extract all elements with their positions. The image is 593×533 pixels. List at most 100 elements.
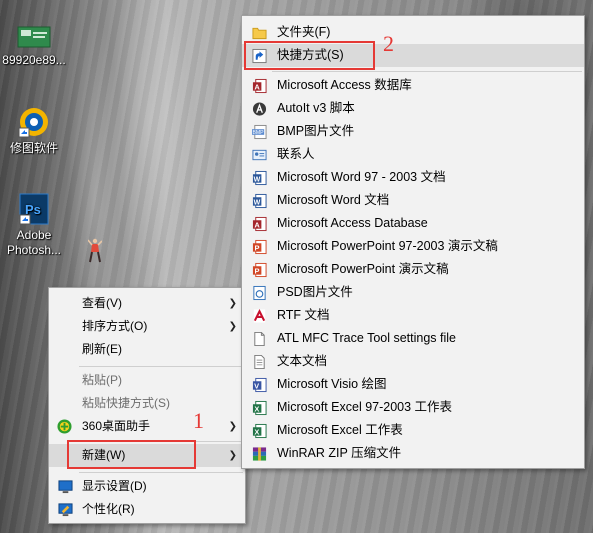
svg-text:W: W [254,199,261,206]
svg-text:P: P [254,266,259,275]
excel-icon: X [252,400,267,416]
submenu-item-rtf[interactable]: RTF 文档 [242,304,584,327]
access-icon: A [252,78,267,94]
word-icon: W [252,170,267,186]
chevron-right-icon: ❯ [228,450,237,461]
menu-item-label: 排序方式(O) [82,319,148,333]
autoit-icon [252,102,267,116]
menu-item-paste[interactable]: 粘贴(P) [49,369,245,392]
submenu-item-label: PSD图片文件 [277,285,353,299]
photoshop-icon: Ps [19,193,49,225]
svg-text:A: A [254,82,260,91]
annotation-number-1: 1 [193,408,204,433]
desktop-icon-image-file[interactable]: 89920e89... [0,24,68,68]
menu-item-label: 显示设置(D) [82,479,147,493]
submenu-item-label: BMP图片文件 [277,124,355,138]
annotation-box-new [67,440,196,469]
menu-item-sort[interactable]: 排序方式(O) ❯ [49,315,245,338]
menu-item-view[interactable]: 查看(V) ❯ [49,292,245,315]
desktop-icon-label: 89920e89... [2,53,66,67]
submenu-item-winrar-zip[interactable]: WinRAR ZIP 压缩文件 [242,442,584,465]
submenu-item-label: Microsoft Word 97 - 2003 文档 [277,170,446,184]
submenu-item-label: WinRAR ZIP 压缩文件 [277,446,402,460]
submenu-item-access-db[interactable]: A Microsoft Access 数据库 [242,74,584,97]
svg-text:P: P [254,243,259,252]
submenu-item-powerpoint[interactable]: P Microsoft PowerPoint 演示文稿 [242,258,584,281]
submenu-item-label: ATL MFC Trace Tool settings file [277,331,456,345]
svg-text:A: A [254,220,260,229]
desktop-icon-photoshop[interactable]: Ps Adobe Photosh... [0,193,68,258]
winrar-icon [252,447,267,461]
submenu-item-autoit[interactable]: AutoIt v3 脚本 [242,97,584,120]
submenu-item-psd[interactable]: PSD图片文件 [242,281,584,304]
settings-file-icon [254,331,265,347]
submenu-item-word-97[interactable]: W Microsoft Word 97 - 2003 文档 [242,166,584,189]
submenu-item-powerpoint-97[interactable]: P Microsoft PowerPoint 97-2003 演示文稿 [242,235,584,258]
submenu-item-visio[interactable]: V Microsoft Visio 绘图 [242,373,584,396]
submenu-item-label: Microsoft PowerPoint 97-2003 演示文稿 [277,239,498,253]
submenu-item-label: 联系人 [277,147,315,161]
submenu-item-access-database[interactable]: A Microsoft Access Database [242,212,584,235]
submenu-item-label: Microsoft Excel 工作表 [277,423,403,437]
menu-separator [79,366,243,367]
visio-icon: V [252,377,267,393]
menu-item-paste-shortcut[interactable]: 粘贴快捷方式(S) [49,392,245,415]
submenu-item-text[interactable]: 文本文档 [242,350,584,373]
svg-text:BMP: BMP [252,130,264,136]
text-file-icon [254,354,265,370]
menu-item-display-settings[interactable]: 显示设置(D) [49,475,245,498]
menu-item-label: 刷新(E) [82,342,122,356]
word-icon: W [252,193,267,209]
menu-item-label: 粘贴快捷方式(S) [82,396,170,410]
display-icon [58,480,73,494]
menu-separator [272,71,582,72]
desktop-icon-label-line2: Photosh... [6,243,62,257]
submenu-item-label: 文本文档 [277,354,328,368]
menu-item-label: 粘贴(P) [82,373,122,387]
powerpoint-icon: P [252,262,267,278]
personalize-icon [58,503,73,517]
360-icon [57,419,72,434]
submenu-item-bmp[interactable]: BMP BMP图片文件 [242,120,584,143]
menu-separator [79,472,243,473]
submenu-item-label: Microsoft Word 文档 [277,193,390,207]
submenu-item-excel[interactable]: X Microsoft Excel 工作表 [242,419,584,442]
climber-figure [88,238,102,263]
submenu-item-excel-97[interactable]: X Microsoft Excel 97-2003 工作表 [242,396,584,419]
menu-item-label: 查看(V) [82,296,122,310]
menu-item-label: 360桌面助手 [82,419,151,433]
folder-icon [252,27,267,40]
desktop-context-menu: 查看(V) ❯ 排序方式(O) ❯ 刷新(E) 粘贴(P) 粘贴快捷方式(S) … [48,287,246,524]
svg-text:X: X [254,427,259,436]
excel-icon: X [252,423,267,439]
menu-item-personalize[interactable]: 个性化(R) [49,498,245,521]
image-file-icon [17,26,51,48]
menu-item-refresh[interactable]: 刷新(E) [49,338,245,361]
submenu-item-atl-mfc[interactable]: ATL MFC Trace Tool settings file [242,327,584,350]
submenu-item-label: Microsoft Access 数据库 [277,78,412,92]
svg-text:W: W [254,176,261,183]
submenu-item-label: Microsoft PowerPoint 演示文稿 [277,262,449,276]
annotation-box-shortcut [244,41,375,70]
bmp-icon: BMP [252,124,267,140]
rtf-icon [253,309,266,323]
submenu-item-contact[interactable]: 联系人 [242,143,584,166]
photo-app-icon [18,108,48,138]
svg-text:X: X [254,404,259,413]
menu-item-360-assistant[interactable]: 360桌面助手 ❯ [49,415,245,438]
desktop-icon-photo-app[interactable]: 修图软件 [0,106,68,156]
access-icon: A [252,216,267,232]
chevron-right-icon: ❯ [228,421,237,432]
contact-icon [252,149,267,161]
chevron-right-icon: ❯ [228,298,237,309]
submenu-item-word[interactable]: W Microsoft Word 文档 [242,189,584,212]
submenu-item-label: Microsoft Excel 97-2003 工作表 [277,400,453,414]
desktop-icon-label: Adobe [16,228,52,242]
submenu-item-label: RTF 文档 [277,308,330,322]
menu-item-label: 个性化(R) [82,502,135,516]
psd-icon [253,285,266,301]
new-submenu: 文件夹(F) 快捷方式(S) A Microsoft Access 数据库 Au… [241,15,585,469]
submenu-item-label: Microsoft Visio 绘图 [277,377,387,391]
annotation-number-2: 2 [383,31,394,56]
submenu-item-label: Microsoft Access Database [277,216,428,230]
